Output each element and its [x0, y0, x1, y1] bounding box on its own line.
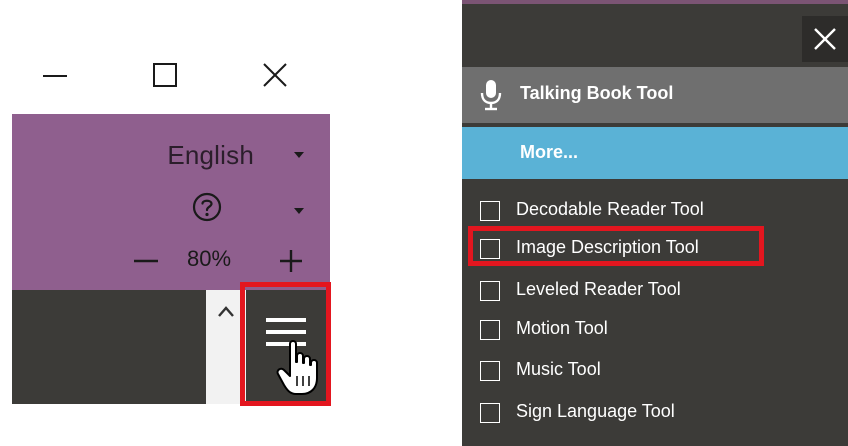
zoom-out-button[interactable]: [129, 244, 163, 278]
toolbox-panel: Talking Book Tool More... Decodable Read…: [462, 0, 848, 446]
tool-item-sign-language[interactable]: Sign Language Tool: [480, 398, 810, 428]
minimize-button[interactable]: [35, 55, 75, 95]
checkbox[interactable]: [480, 403, 500, 423]
tool-item-motion[interactable]: Motion Tool: [480, 315, 810, 345]
checkbox[interactable]: [480, 281, 500, 301]
close-icon: [263, 63, 287, 87]
tool-item-label: Leveled Reader Tool: [516, 279, 681, 299]
highlight-box: [240, 282, 331, 406]
help-icon[interactable]: [190, 190, 224, 224]
tool-item-label: Decodable Reader Tool: [516, 199, 704, 219]
language-dropdown-icon[interactable]: [294, 152, 304, 158]
scroll-up-icon[interactable]: [215, 304, 237, 320]
tool-header-label: Talking Book Tool: [520, 83, 674, 103]
screenshot-root: English 80% Talking Book Tool More... De…: [0, 0, 848, 446]
minus-icon: [134, 259, 158, 263]
close-window-button[interactable]: [255, 55, 295, 95]
more-button[interactable]: More...: [462, 127, 848, 179]
tool-item-music[interactable]: Music Tool: [480, 356, 810, 386]
checkbox[interactable]: [480, 361, 500, 381]
minimize-icon: [43, 75, 67, 77]
tool-item-decodable-reader[interactable]: Decodable Reader Tool: [480, 196, 810, 226]
highlight-box-image-description: [468, 226, 764, 266]
close-toolbox-button[interactable]: [802, 16, 848, 62]
help-dropdown-icon[interactable]: [294, 208, 304, 214]
tool-item-label: Motion Tool: [516, 318, 608, 338]
checkbox[interactable]: [480, 320, 500, 340]
left-panel: English 80%: [0, 0, 420, 446]
more-label: More...: [520, 142, 579, 162]
panel-top-border: [462, 0, 848, 4]
top-toolbar: English 80%: [12, 114, 330, 290]
maximize-icon: [153, 63, 177, 87]
language-label[interactable]: English: [167, 140, 254, 171]
tool-item-leveled-reader[interactable]: Leveled Reader Tool: [480, 276, 810, 306]
zoom-level: 80%: [187, 246, 232, 271]
checkbox[interactable]: [480, 201, 500, 221]
plus-icon: [280, 250, 302, 272]
zoom-in-button[interactable]: [274, 244, 308, 278]
tool-item-label: Music Tool: [516, 359, 601, 379]
microphone-icon: [478, 79, 504, 111]
tool-header-talking-book[interactable]: Talking Book Tool: [462, 67, 848, 123]
maximize-button[interactable]: [145, 55, 185, 95]
tool-item-label: Sign Language Tool: [516, 401, 675, 421]
close-icon: [814, 28, 836, 50]
